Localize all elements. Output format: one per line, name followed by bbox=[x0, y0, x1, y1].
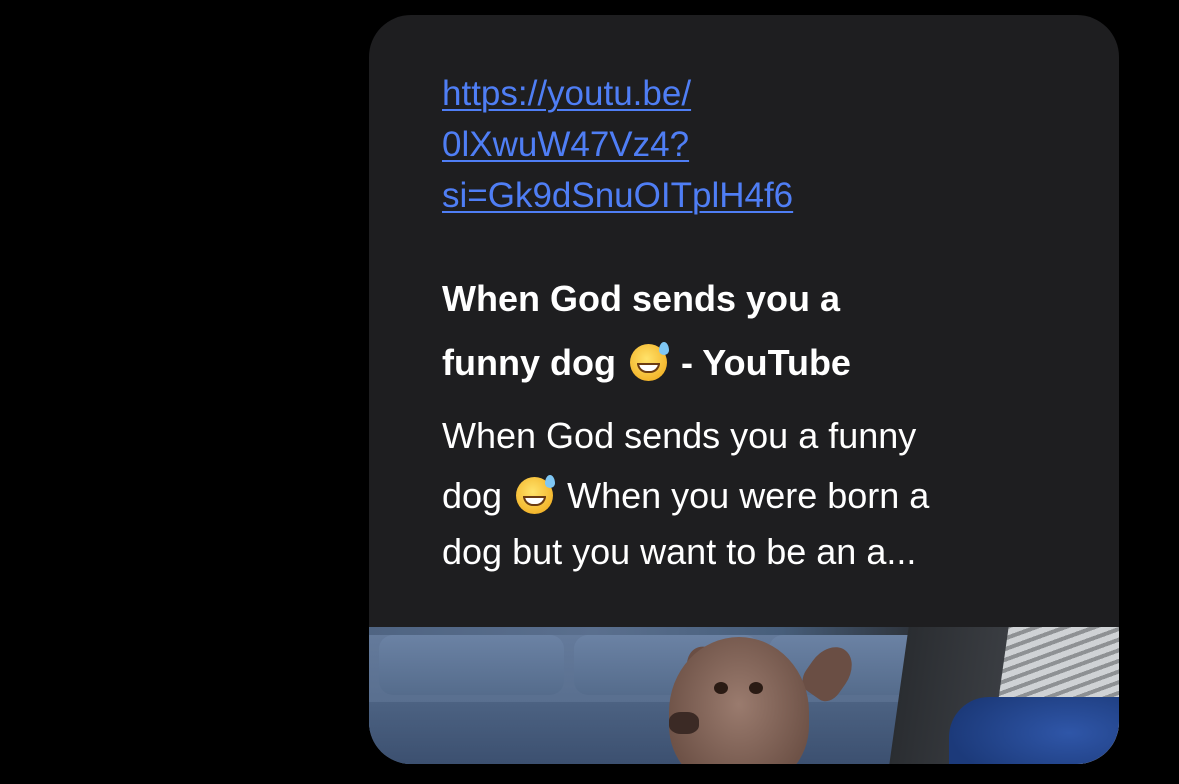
grinning-face-with-sweat-icon bbox=[629, 342, 669, 381]
link-line-3[interactable]: si=Gk9dSnuOITplH4f6 bbox=[442, 170, 1002, 221]
video-thumbnail[interactable] bbox=[369, 627, 1119, 764]
dog-eye bbox=[714, 682, 728, 694]
preview-desc-line-1: When God sends you a funny bbox=[442, 415, 917, 456]
sofa-seat bbox=[369, 702, 929, 764]
link-preview-bubble[interactable]: https://youtu.be/ 0lXwuW47Vz4? si=Gk9dSn… bbox=[369, 15, 1119, 764]
preview-desc-line-2: dog When you were born a bbox=[442, 475, 930, 516]
preview-title-line-1: When God sends you a bbox=[442, 278, 841, 319]
grinning-face-with-sweat-icon bbox=[516, 475, 556, 514]
sofa-cushion bbox=[379, 635, 564, 695]
preview-title: When God sends you a funny dog - YouTube bbox=[442, 267, 1042, 395]
youtube-link[interactable]: https://youtu.be/ 0lXwuW47Vz4? si=Gk9dSn… bbox=[442, 68, 1002, 221]
preview-title-line-2: funny dog - YouTube bbox=[442, 342, 851, 383]
link-line-1[interactable]: https://youtu.be/ bbox=[442, 68, 1002, 119]
dog-nose bbox=[669, 712, 699, 734]
preview-description: When God sends you a funny dog When you … bbox=[442, 406, 1062, 582]
link-line-2[interactable]: 0lXwuW47Vz4? bbox=[442, 119, 1002, 170]
dog-eye bbox=[749, 682, 763, 694]
preview-desc-line-3: dog but you want to be an a... bbox=[442, 531, 917, 572]
blue-cloth bbox=[949, 697, 1119, 764]
